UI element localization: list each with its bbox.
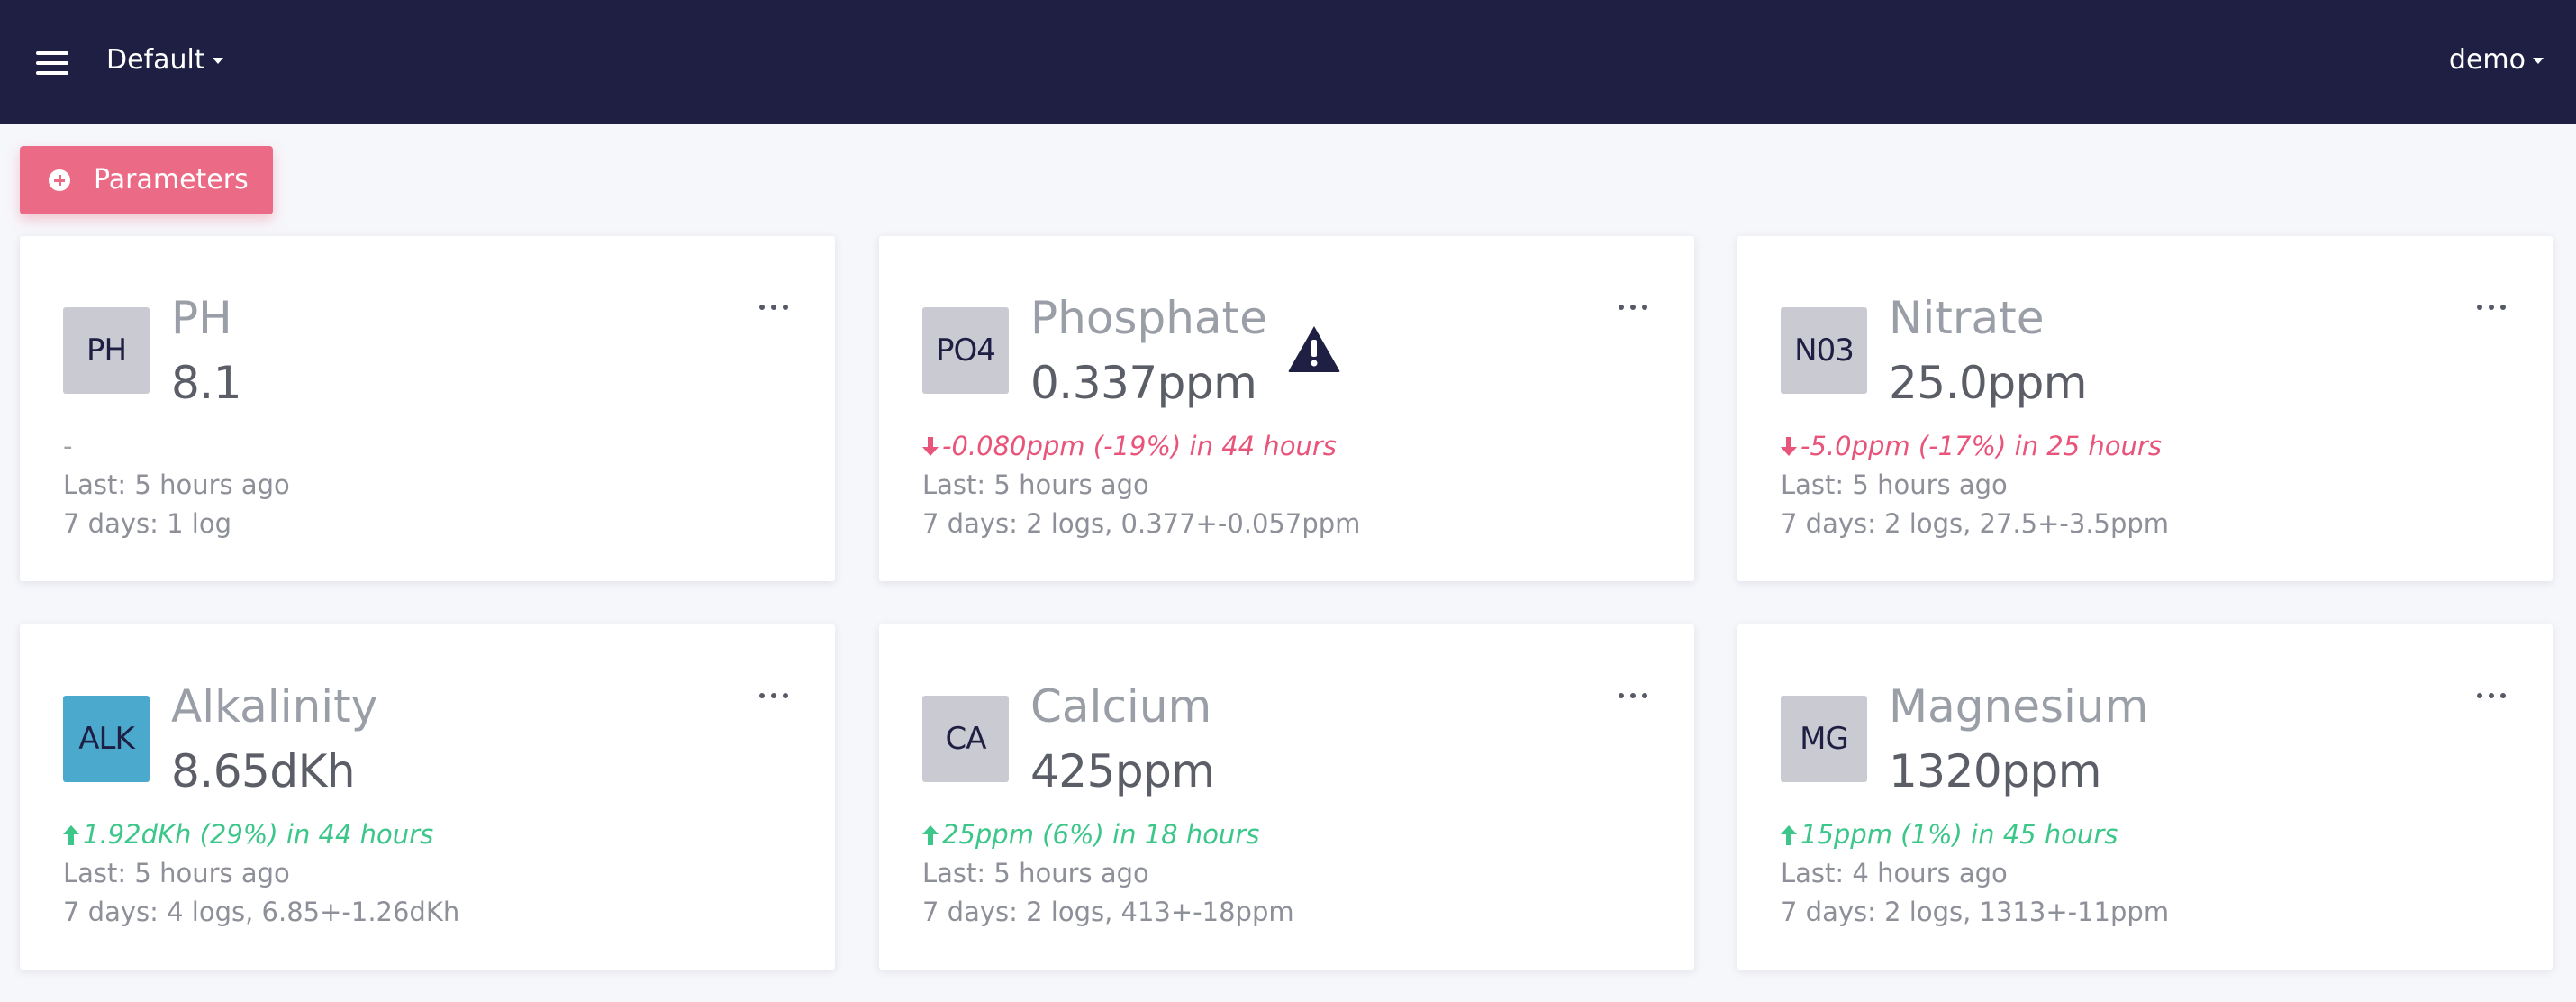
parameter-trend: -0.080ppm (-19%) in 44 hours	[922, 429, 1337, 463]
last-logged: Last: 5 hours ago	[1781, 469, 2008, 500]
seven-day-summary: 7 days: 2 logs, 413+-18ppm	[922, 897, 1294, 927]
more-options-icon[interactable]	[1619, 691, 1647, 700]
parameters-button-label: Parameters	[94, 164, 249, 196]
seven-day-summary: 7 days: 1 log	[63, 508, 231, 539]
arrow-up-icon	[63, 825, 79, 845]
parameter-trend: -	[63, 429, 72, 463]
last-logged: Last: 5 hours ago	[922, 858, 1149, 888]
more-options-icon[interactable]	[2477, 691, 2506, 700]
trend-text: -0.080ppm (-19%) in 44 hours	[942, 431, 1337, 461]
add-parameters-button[interactable]: Parameters	[20, 146, 273, 214]
hamburger-icon[interactable]	[36, 51, 68, 75]
parameter-trend: 25ppm (6%) in 18 hours	[922, 817, 1259, 852]
seven-day-summary: 7 days: 2 logs, 0.377+-0.057ppm	[922, 508, 1361, 539]
trend-text: 25ppm (6%) in 18 hours	[942, 819, 1260, 850]
more-options-icon[interactable]	[1619, 303, 1647, 312]
trend-text: -	[63, 431, 73, 461]
parameter-name: Phosphate	[1030, 292, 1267, 344]
plus-circle-icon	[49, 169, 70, 191]
trend-text: 1.92dKh (29%) in 44 hours	[83, 819, 434, 850]
parameter-value: 425ppm	[1030, 745, 1215, 797]
parameter-badge: PO4	[922, 307, 1009, 394]
parameter-trend: 15ppm (1%) in 45 hours	[1781, 817, 2118, 852]
chevron-down-icon	[212, 58, 223, 64]
user-menu-dropdown[interactable]: demo	[2449, 42, 2544, 78]
parameter-badge: PH	[63, 307, 150, 394]
parameter-value: 1320ppm	[1889, 745, 2101, 797]
parameter-badge: CA	[922, 696, 1009, 782]
last-logged: Last: 4 hours ago	[1781, 858, 2008, 888]
last-logged: Last: 5 hours ago	[63, 858, 290, 888]
parameter-value: 8.65dKh	[171, 745, 356, 797]
parameter-badge: MG	[1781, 696, 1867, 782]
chevron-down-icon	[2533, 58, 2544, 64]
trend-text: -5.0ppm (-17%) in 25 hours	[1800, 431, 2162, 461]
parameter-value: 0.337ppm	[1030, 357, 1257, 409]
workspace-label: Default	[106, 44, 205, 76]
top-navbar: Default demo	[0, 0, 2576, 124]
trend-text: 15ppm (1%) in 45 hours	[1800, 819, 2118, 850]
arrow-up-icon	[1781, 825, 1797, 845]
arrow-down-icon	[922, 437, 939, 457]
parameter-badge: N03	[1781, 307, 1867, 394]
parameter-trend: -5.0ppm (-17%) in 25 hours	[1781, 429, 2162, 463]
parameter-name: Nitrate	[1889, 292, 2045, 344]
arrow-down-icon	[1781, 437, 1797, 457]
last-logged: Last: 5 hours ago	[922, 469, 1149, 500]
parameter-card-phosphate[interactable]: PO4 Phosphate 0.337ppm -0.080ppm (-19%) …	[879, 236, 1694, 581]
workspace-dropdown[interactable]: Default	[106, 42, 223, 78]
user-name: demo	[2448, 44, 2526, 76]
parameter-badge: ALK	[63, 696, 150, 782]
seven-day-summary: 7 days: 4 logs, 6.85+-1.26dKh	[63, 897, 460, 927]
parameter-value: 8.1	[171, 357, 242, 409]
more-options-icon[interactable]	[759, 691, 788, 700]
more-options-icon[interactable]	[759, 303, 788, 312]
last-logged: Last: 5 hours ago	[63, 469, 290, 500]
parameter-card-nitrate[interactable]: N03 Nitrate 25.0ppm -5.0ppm (-17%) in 25…	[1737, 236, 2553, 581]
more-options-icon[interactable]	[2477, 303, 2506, 312]
seven-day-summary: 7 days: 2 logs, 1313+-11ppm	[1781, 897, 2170, 927]
warning-triangle-icon	[1288, 326, 1340, 372]
parameter-name: Calcium	[1030, 680, 1212, 733]
parameter-name: PH	[171, 292, 232, 344]
arrow-up-icon	[922, 825, 939, 845]
parameter-card-magnesium[interactable]: MG Magnesium 1320ppm 15ppm (1%) in 45 ho…	[1737, 624, 2553, 970]
parameter-name: Alkalinity	[171, 680, 378, 733]
parameter-card-alkalinity[interactable]: ALK Alkalinity 8.65dKh 1.92dKh (29%) in …	[20, 624, 835, 970]
parameter-value: 25.0ppm	[1889, 357, 2088, 409]
parameter-trend: 1.92dKh (29%) in 44 hours	[63, 817, 433, 852]
parameter-card-calcium[interactable]: CA Calcium 425ppm 25ppm (6%) in 18 hours…	[879, 624, 1694, 970]
seven-day-summary: 7 days: 2 logs, 27.5+-3.5ppm	[1781, 508, 2170, 539]
parameter-name: Magnesium	[1889, 680, 2149, 733]
parameter-card-ph[interactable]: PH PH 8.1 - Last: 5 hours ago 7 days: 1 …	[20, 236, 835, 581]
